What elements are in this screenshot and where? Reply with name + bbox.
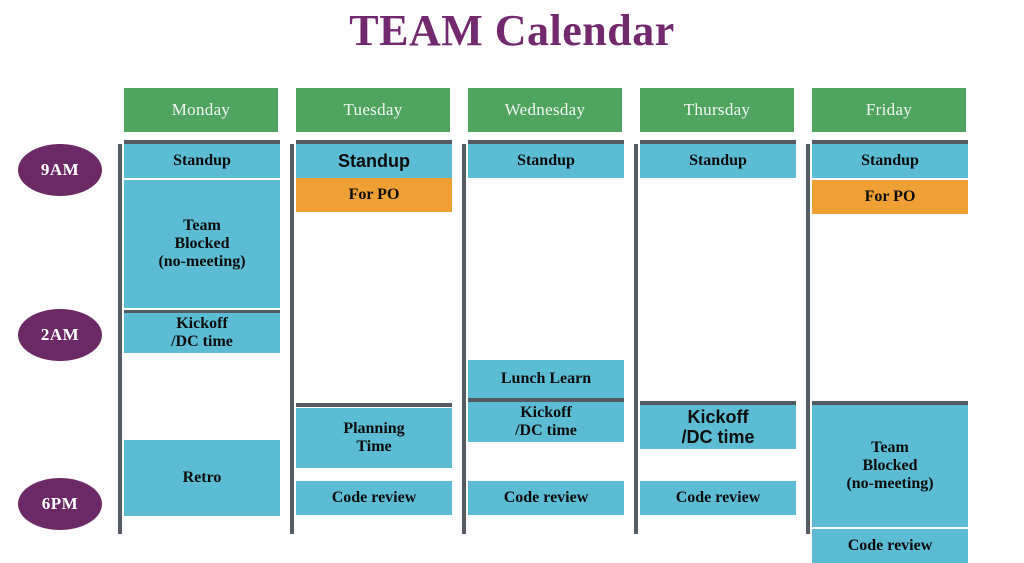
event-block[interactable]: Standup xyxy=(812,144,968,178)
event-block[interactable]: Kickoff/DC time xyxy=(640,405,796,449)
day-column-wednesday: Wednesday Standup Lunch Learn Kickoff/DC ti… xyxy=(462,88,634,538)
day-events-thursday: Standup Kickoff/DC time Code review xyxy=(640,140,798,534)
time-axis: 9AM 2AM 6PM xyxy=(0,88,118,538)
event-block[interactable]: Code review xyxy=(296,481,452,515)
page-title: TEAM Calendar xyxy=(349,6,675,55)
event-block[interactable]: Standup xyxy=(124,144,280,178)
event-block[interactable]: Code review xyxy=(468,481,624,515)
day-column-friday: Friday Standup For PO Team Blocked (no-meetin… xyxy=(806,88,978,563)
day-column-thursday: Thursday Standup Kickoff/DC time Code revie… xyxy=(634,88,806,538)
day-column-tuesday: Tuesday Standup For PO Planning Time Code rev… xyxy=(290,88,462,538)
event-block[interactable]: Planning Time xyxy=(296,408,452,468)
event-block[interactable]: Retro xyxy=(124,440,280,516)
event-block[interactable]: For PO xyxy=(812,180,968,214)
time-label-9am: 9AM xyxy=(18,144,102,196)
column-divider xyxy=(806,144,810,534)
event-block[interactable]: For PO xyxy=(296,178,452,212)
event-block[interactable]: Team Blocked (no-meeting) xyxy=(812,405,968,527)
day-header-wednesday[interactable]: Wednesday xyxy=(468,88,622,132)
event-block[interactable]: Standup xyxy=(296,144,452,178)
day-events-tuesday: Standup For PO Planning Time Code review xyxy=(296,140,454,534)
event-block[interactable]: Kickoff/DC time xyxy=(468,402,624,442)
day-events-wednesday: Standup Lunch Learn Kickoff/DC time Code re… xyxy=(468,140,626,534)
event-block[interactable]: Standup xyxy=(640,144,796,178)
day-header-tuesday[interactable]: Tuesday xyxy=(296,88,450,132)
time-label-2am: 2AM xyxy=(18,309,102,361)
time-separator xyxy=(296,403,452,407)
event-block[interactable]: Kickoff/DC time xyxy=(124,313,280,353)
column-divider xyxy=(634,144,638,534)
event-block[interactable]: Code review xyxy=(640,481,796,515)
event-block[interactable]: Team Blocked (no-meeting) xyxy=(124,180,280,308)
day-header-thursday[interactable]: Thursday xyxy=(640,88,794,132)
column-divider xyxy=(118,144,122,534)
column-divider xyxy=(462,144,466,534)
calendar-board: 9AM 2AM 6PM Monday Standup Team Blocked (no-me… xyxy=(0,88,1024,563)
column-divider xyxy=(290,144,294,534)
day-header-friday[interactable]: Friday xyxy=(812,88,966,132)
day-events-friday: Standup For PO Team Blocked (no-meeting) Code… xyxy=(812,140,970,563)
day-header-monday[interactable]: Monday xyxy=(124,88,278,132)
day-events-monday: Standup Team Blocked (no-meeting) Kickoff/DC… xyxy=(124,140,282,534)
day-column-monday: Monday Standup Team Blocked (no-meeting) Kick… xyxy=(118,88,290,538)
event-block[interactable]: Code review xyxy=(812,529,968,563)
event-block[interactable]: Standup xyxy=(468,144,624,178)
event-block[interactable]: Lunch Learn xyxy=(468,360,624,398)
time-label-6pm: 6PM xyxy=(18,478,102,530)
